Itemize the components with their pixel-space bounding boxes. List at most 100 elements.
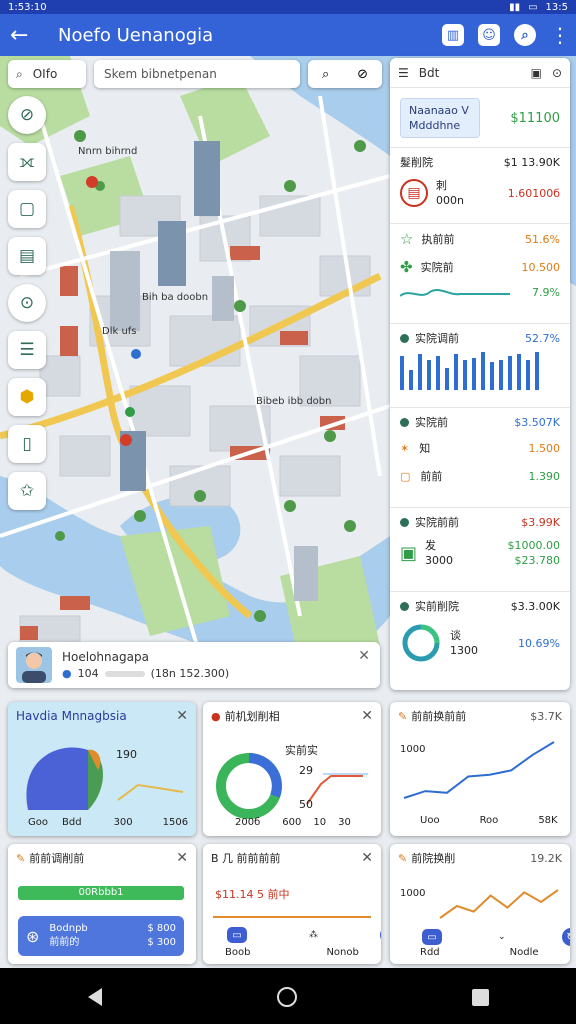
profile-icon[interactable]: ☺ bbox=[478, 24, 500, 46]
manager-value: $11100 bbox=[510, 110, 560, 126]
map-label-3: Bibeb ibb dobn bbox=[256, 396, 332, 407]
app-root: 1:53:10 ▮▮ ▭ 13:5 ← Noefo Uenanogia ▥ ☺ … bbox=[0, 0, 576, 1024]
search-submit-icon[interactable]: ⌕ bbox=[322, 67, 329, 82]
widget1-x2: Bdd bbox=[62, 817, 82, 828]
nav-home-icon[interactable] bbox=[276, 987, 297, 1007]
clock-icon: ⊛ bbox=[26, 926, 40, 946]
close-icon[interactable]: ✕ bbox=[361, 850, 373, 866]
wallet-icon: ▣ bbox=[400, 542, 418, 564]
stat-card-5[interactable]: 实院前前 $3.99K ▣ 发 3000 $1000.00 $23.780 bbox=[390, 508, 570, 592]
widget1-x1: Goo bbox=[28, 817, 48, 828]
avatar bbox=[16, 647, 52, 683]
close-icon[interactable]: ✕ bbox=[358, 648, 370, 664]
stat5-label: 实院前前 bbox=[415, 516, 459, 529]
widget2-x1: 200б bbox=[235, 817, 261, 828]
menu-icon[interactable]: ☰ bbox=[398, 66, 409, 80]
stat2-value: 51.6% bbox=[525, 232, 560, 246]
map-label-2: Bih ba doobn bbox=[142, 292, 209, 303]
battery-icon: ▭ bbox=[528, 1, 538, 13]
widget4-card-sub: 前前的 bbox=[49, 937, 80, 948]
layers-tool-icon[interactable]: ▢ bbox=[8, 190, 46, 228]
stat2-value2: 10.500 bbox=[521, 260, 561, 274]
manager-line2: Mdddhne bbox=[409, 119, 461, 132]
map-label-4: Dlk ufs bbox=[102, 326, 137, 337]
widget2-v1: 29 bbox=[299, 764, 313, 777]
person-popup[interactable]: Hoelohnagapa ● 104 (18n 152.300) ✕ bbox=[8, 642, 380, 688]
stat6-item: 谈 bbox=[450, 629, 461, 642]
stat-card-3[interactable]: 实院调前 52.7% bbox=[390, 324, 570, 408]
stat-card-4[interactable]: 实院前 $3.507K ✶ 知 1.500 ▢ 前前 1.390 bbox=[390, 408, 570, 508]
stat-card-6[interactable]: 实前削院 $3.3.00K 谈 1300 10.69% bbox=[390, 592, 570, 688]
close-icon[interactable]: ✕ bbox=[176, 708, 188, 724]
location-filter-label: OIfo bbox=[32, 67, 58, 81]
stat1-value: $1 13.90K bbox=[503, 155, 560, 169]
widget-2[interactable]: ● 前机划削相 ✕ 实前实 29 50 200б 600 10 30 bbox=[203, 702, 381, 836]
close-icon[interactable]: ✕ bbox=[176, 850, 188, 866]
status-right-text: 13:5 bbox=[545, 1, 568, 13]
search-action-icon[interactable]: ⌕ bbox=[514, 24, 536, 46]
person-icon: ✶ bbox=[400, 441, 410, 455]
nav-recent-icon[interactable] bbox=[471, 988, 489, 1006]
stat-card-2[interactable]: ☆ 执前前 51.6% ✤ 实院前 10.500 7.9% bbox=[390, 224, 570, 324]
notes-tool-icon[interactable]: ▤ bbox=[8, 237, 46, 275]
refresh-icon[interactable]: ↻ bbox=[561, 928, 570, 946]
stat-card-1[interactable]: 髮削院 $1 13.90K ▤ 刺 000n 1.60100б bbox=[390, 148, 570, 224]
nav-back-icon[interactable] bbox=[87, 988, 102, 1006]
stat1-item-sub: 000n bbox=[436, 194, 464, 207]
stats-panel: ☰ Bdt ▣ ⊙ Naanaao V Mdddhne $11100 髮削院 $… bbox=[390, 58, 570, 690]
phone-tool-icon[interactable]: ▯ bbox=[8, 425, 46, 463]
widget5-b2: Nonob bbox=[326, 947, 359, 958]
status-icons: ▮▮ ▭ 13:5 bbox=[509, 2, 568, 13]
compass-tool-icon[interactable]: ⊘ bbox=[8, 96, 46, 134]
search-input[interactable]: Skem bibnetpenan bbox=[94, 60, 300, 88]
widget2-x2: 600 bbox=[282, 817, 302, 828]
folder-icon[interactable]: ▭ bbox=[422, 929, 442, 945]
widget-1[interactable]: Havdia Mnnagbsia ✕ 190 Goo Bdd 300 1506 bbox=[8, 702, 196, 836]
stats-panel-title: Bdt bbox=[418, 65, 440, 80]
stat1-item-value: 1.60100б bbox=[507, 186, 560, 200]
share-icon[interactable]: ↗ bbox=[380, 926, 381, 944]
widget-6[interactable]: ✎前院换削19.2K 1000 ▭ ⌄ ↻ Rdd Nodle bbox=[390, 844, 570, 964]
map-search-row: ⌕ OIfo Skem bibnetpenan ⌕ ⊘ bbox=[8, 60, 382, 88]
stat4-b-value: 1.390 bbox=[528, 469, 561, 483]
widget6-b2: Nodle bbox=[509, 947, 539, 958]
widget-5[interactable]: B 几 前前前前 ✕ $11.14 5 前中 ▭ ⁂ ↗ Boob Nonob bbox=[203, 844, 381, 964]
manager-card[interactable]: Naanaao V Mdddhne $11100 bbox=[390, 88, 570, 148]
stat5-item-sub: 3000 bbox=[425, 554, 454, 567]
marker-tool-icon[interactable]: ⬢ bbox=[8, 378, 46, 416]
close-icon[interactable]: ✕ bbox=[361, 708, 373, 724]
widget4-card-label: Bodnpb bbox=[49, 923, 88, 934]
chevron-down-icon[interactable]: ⌄ bbox=[498, 932, 506, 942]
chat-icon[interactable]: ▭ bbox=[227, 927, 247, 943]
widget2-v2: 50 bbox=[299, 798, 313, 811]
list-tool-icon[interactable]: ☰ bbox=[8, 331, 46, 369]
widget-4[interactable]: ✎ 前前调削前 ✕ 00Rbbb1 ⊛ Bodnpb 前前的 $ 800 $ 300 bbox=[8, 844, 196, 964]
back-arrow-icon[interactable]: ← bbox=[10, 23, 36, 48]
widget3-line-chart bbox=[403, 741, 555, 799]
spark-icon: ✎ bbox=[16, 851, 26, 865]
signal-icon: ▮▮ bbox=[509, 1, 521, 13]
route-tool-icon[interactable]: ⟗ bbox=[8, 143, 46, 181]
app-bar: ← Noefo Uenanogia ▥ ☺ ⌕ ⋮ bbox=[0, 14, 576, 56]
settings-icon[interactable]: ⊙ bbox=[552, 66, 562, 80]
badge-icon: ● bbox=[62, 667, 72, 680]
widget-3[interactable]: ✎ 前前换前前 $3.7K 1000 Uoo Roo 58K bbox=[390, 702, 570, 836]
expand-icon[interactable]: ▣ bbox=[531, 66, 542, 80]
more-menu-icon[interactable]: ⋮ bbox=[550, 23, 570, 47]
star-tool-icon[interactable]: ✩ bbox=[8, 472, 46, 510]
stat5-item-value2: $23.780 bbox=[514, 554, 561, 567]
bookmark-icon[interactable]: ▥ bbox=[442, 24, 464, 46]
location-tool-icon[interactable]: ⊙ bbox=[8, 284, 46, 322]
compass-icon[interactable]: ⊘ bbox=[357, 67, 368, 82]
small-dot-icon: ⁂ bbox=[309, 930, 318, 940]
donut-chart bbox=[402, 624, 440, 662]
search-icon: ⌕ bbox=[16, 66, 23, 81]
widget2-x3: 10 bbox=[313, 817, 327, 828]
location-filter[interactable]: ⌕ OIfo bbox=[8, 60, 86, 88]
status-bar: 1:53:10 ▮▮ ▭ 13:5 bbox=[0, 0, 576, 14]
widget4-card[interactable]: ⊛ Bodnpb 前前的 $ 800 $ 300 bbox=[18, 916, 184, 956]
system-nav-bar bbox=[0, 970, 576, 1024]
stat4-label: 实院前 bbox=[415, 416, 448, 429]
stat1-label: 髮削院 bbox=[400, 156, 433, 169]
stat3-value: 52.7% bbox=[525, 331, 560, 345]
